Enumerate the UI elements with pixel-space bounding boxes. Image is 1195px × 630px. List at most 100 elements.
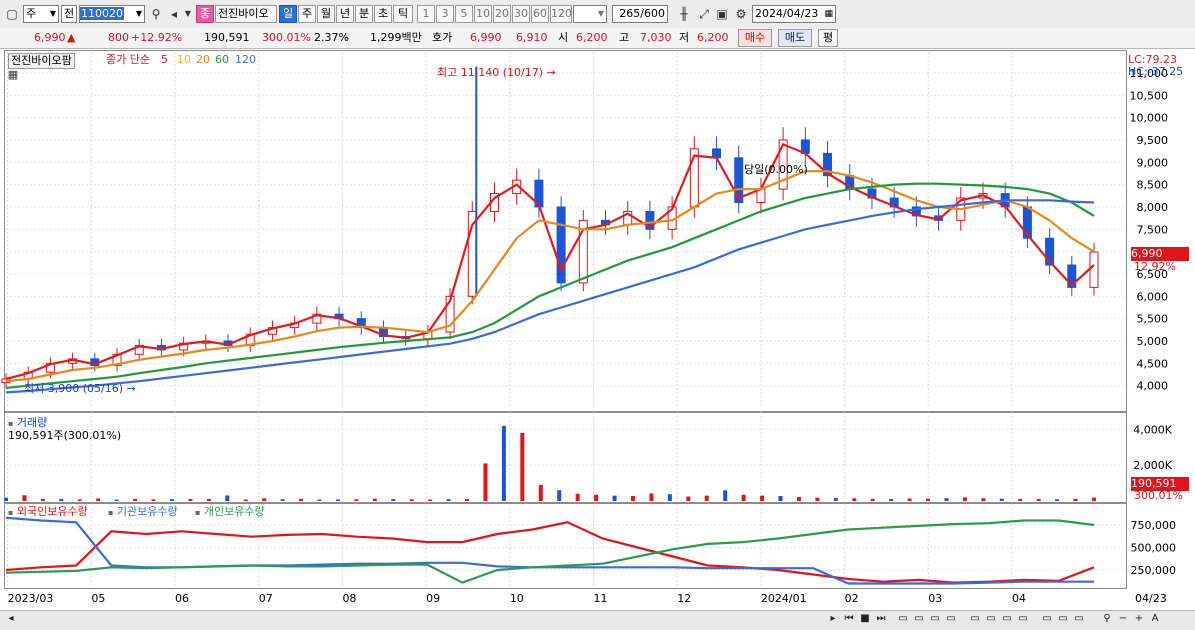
volume-bar: [870, 498, 875, 501]
volume-bar: [409, 499, 414, 501]
last-page-icon[interactable]: ⏭: [874, 612, 888, 626]
ma-line-60: [5, 182, 1095, 389]
holding-tick-label: 500,000: [1131, 542, 1177, 555]
minus-icon[interactable]: −: [1116, 612, 1130, 626]
volume-bar: [1092, 497, 1096, 501]
layout-icon-7[interactable]: ▭: [1000, 612, 1014, 626]
candle-body: [1089, 251, 1099, 288]
holding-institution-text: 기관보유수량: [116, 505, 178, 518]
x-axis-label: 2024/01: [761, 592, 807, 605]
volume-bar: [483, 463, 488, 501]
volume-subtitle: 190,591주(300.01%): [8, 429, 122, 442]
volume-bar: [926, 498, 931, 501]
price-candles: [1, 66, 1099, 389]
volume-bar: [594, 494, 599, 501]
layout-icon-1[interactable]: ▭: [896, 612, 910, 626]
volume-bar: [4, 497, 8, 501]
volume-bar: [815, 497, 820, 501]
layout-icon-8[interactable]: ▭: [1016, 612, 1030, 626]
volume-bar: [133, 498, 138, 501]
stop-icon[interactable]: ■: [858, 612, 872, 626]
layout-icon-4[interactable]: ▭: [944, 612, 958, 626]
price-tick-label: 7,500: [1137, 223, 1169, 236]
volume-bar: [317, 499, 322, 501]
x-axis-label: 06: [175, 592, 189, 605]
price-panel-title[interactable]: 전진바이오팜: [8, 53, 75, 69]
layout-icon-5[interactable]: ▭: [968, 612, 982, 626]
last-pct-tag: 12.92%: [1134, 260, 1176, 273]
layout-icon-3[interactable]: ▭: [928, 612, 942, 626]
volume-bar: [354, 499, 359, 501]
x-axis-label: 12: [677, 592, 691, 605]
volume-bar: [262, 498, 267, 501]
volume-bar: [667, 494, 672, 501]
holding-line-1: [5, 516, 1094, 585]
layout-icon-6[interactable]: ▭: [984, 612, 998, 626]
holding-institution-label[interactable]: ▪ 기관보유수량: [108, 505, 178, 520]
volume-bar: [391, 499, 396, 501]
chart-svg[interactable]: 2023/03 05 06 07 08 09 10 11 12 2024/01 02 03 04 4,00…: [0, 0, 1195, 629]
holding-foreign-label[interactable]: ▪ 외국인보유수량: [8, 505, 88, 520]
ma-line-20: [5, 170, 1095, 383]
last-price-tag: 6,990: [1131, 247, 1189, 261]
volume-bar: [649, 493, 654, 501]
volume-bar: [169, 499, 174, 501]
price-tick-label: 5,500: [1137, 313, 1169, 326]
zoom-icon[interactable]: ⚲: [1100, 612, 1114, 626]
price-tick-label: 9,500: [1137, 134, 1169, 147]
price-tick-label: 9,000: [1137, 156, 1169, 169]
volume-bar: [760, 495, 765, 501]
volume-bar: [796, 497, 801, 501]
layout-icon-11[interactable]: ▭: [1072, 612, 1086, 626]
volume-bar: [741, 494, 746, 501]
layout-icon-2[interactable]: ▭: [912, 612, 926, 626]
volume-bar: [723, 490, 728, 501]
volume-title-text: 거래량: [16, 416, 48, 429]
volume-bars: [4, 425, 1096, 501]
plus-icon[interactable]: +: [1132, 612, 1146, 626]
font-icon[interactable]: A: [1148, 612, 1162, 626]
x-axis-label: 03: [928, 592, 942, 605]
holding-line-0: [5, 521, 1095, 584]
volume-bar: [335, 499, 340, 501]
volume-bar: [833, 497, 838, 501]
price-tick-label: 10,500: [1130, 89, 1169, 102]
ma120-label: 120: [235, 53, 256, 66]
volume-bar: [944, 498, 949, 501]
price-tick-label: 8,000: [1137, 201, 1169, 214]
volume-bar: [188, 499, 193, 501]
volume-bar: [889, 499, 894, 501]
volume-bar: [852, 498, 857, 501]
ma10-label: 10: [177, 53, 191, 66]
volume-bar: [1018, 498, 1023, 501]
table-icon[interactable]: ▦: [6, 68, 20, 82]
scroll-right-icon[interactable]: ▸: [826, 612, 840, 626]
volume-bar: [686, 496, 691, 501]
price-tick-label: 4,000: [1137, 380, 1169, 393]
ma5-label: 5: [161, 53, 168, 66]
hc-label: HC:-37.25: [1128, 65, 1184, 78]
layout-icon-10[interactable]: ▭: [1056, 612, 1070, 626]
volume-bar: [299, 498, 304, 501]
volume-bar: [372, 498, 377, 501]
x-axis-label: 11: [594, 592, 608, 605]
layout-icon-9[interactable]: ▭: [1040, 612, 1054, 626]
volume-bar: [96, 498, 101, 501]
square-icon: ▪: [8, 419, 14, 428]
volume-bar: [446, 499, 451, 501]
volume-bar: [151, 499, 156, 501]
x-axis-label: 08: [342, 592, 356, 605]
price-tick-label: 8,500: [1137, 179, 1169, 192]
volume-bar: [520, 432, 525, 501]
first-page-icon[interactable]: ⏮: [842, 612, 856, 626]
volume-bar: [22, 495, 27, 501]
volume-bar: [612, 495, 617, 501]
x-axis-last-date: 04/23: [1135, 592, 1167, 605]
volume-bar: [630, 495, 635, 501]
volume-bar: [501, 425, 506, 501]
volume-bar: [428, 499, 433, 501]
holding-individual-label[interactable]: ▪ 개인보유수량: [195, 505, 265, 520]
scroll-left-icon[interactable]: ◂: [4, 612, 18, 626]
volume-bar: [981, 498, 986, 501]
volume-bar: [1073, 498, 1078, 501]
